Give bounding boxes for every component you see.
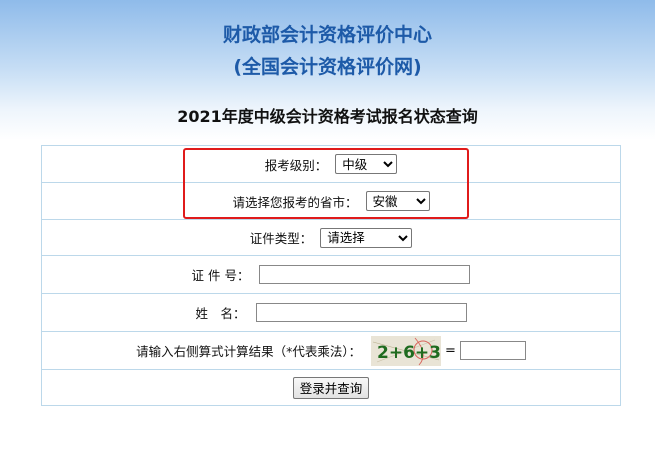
captcha-row: 请输入右侧算式计算结果（*代表乘法）： 2+6+3 = bbox=[41, 331, 621, 370]
org-title: 财政部会计资格评价中心 bbox=[222, 24, 432, 46]
login-query-button[interactable]: 登录并查询 bbox=[292, 376, 370, 399]
page-title: 2021年度中级会计资格考试报名状态查询 bbox=[177, 107, 478, 126]
idtype-label: 证件类型： bbox=[249, 231, 313, 246]
captcha-text: 2+6+3 bbox=[377, 343, 441, 363]
captcha-answer-input[interactable] bbox=[459, 341, 526, 360]
idno-input[interactable] bbox=[259, 265, 471, 284]
idno-label: 证 件 号： bbox=[191, 268, 250, 283]
captcha-image: 2+6+3 bbox=[371, 335, 442, 366]
org-subtitle: (全国会计资格评价网) bbox=[233, 56, 422, 78]
province-label: 请选择您报考的省市： bbox=[232, 194, 358, 210]
name-label: 姓 名： bbox=[195, 306, 246, 321]
idno-row: 证 件 号： bbox=[41, 255, 621, 294]
level-row: 报考级别： 中级 bbox=[41, 145, 621, 183]
idtype-row: 证件类型： 请选择 bbox=[41, 219, 621, 256]
level-label: 报考级别： bbox=[264, 157, 328, 173]
province-row: 请选择您报考的省市： 安徽 bbox=[41, 182, 621, 220]
idtype-select[interactable]: 请选择 bbox=[320, 227, 413, 248]
captcha-equals: = bbox=[445, 343, 456, 358]
captcha-label: 请输入右侧算式计算结果（*代表乘法）： bbox=[136, 344, 362, 359]
level-select[interactable]: 中级 bbox=[335, 154, 398, 174]
name-row: 姓 名： bbox=[41, 293, 621, 332]
province-select[interactable]: 安徽 bbox=[365, 191, 430, 211]
submit-row: 登录并查询 bbox=[41, 369, 621, 406]
name-input[interactable] bbox=[255, 303, 467, 322]
query-form-table: 报考级别： 中级 请选择您报考的省市： 安徽 证件类型： 请选择 证 件 号： bbox=[41, 145, 621, 406]
